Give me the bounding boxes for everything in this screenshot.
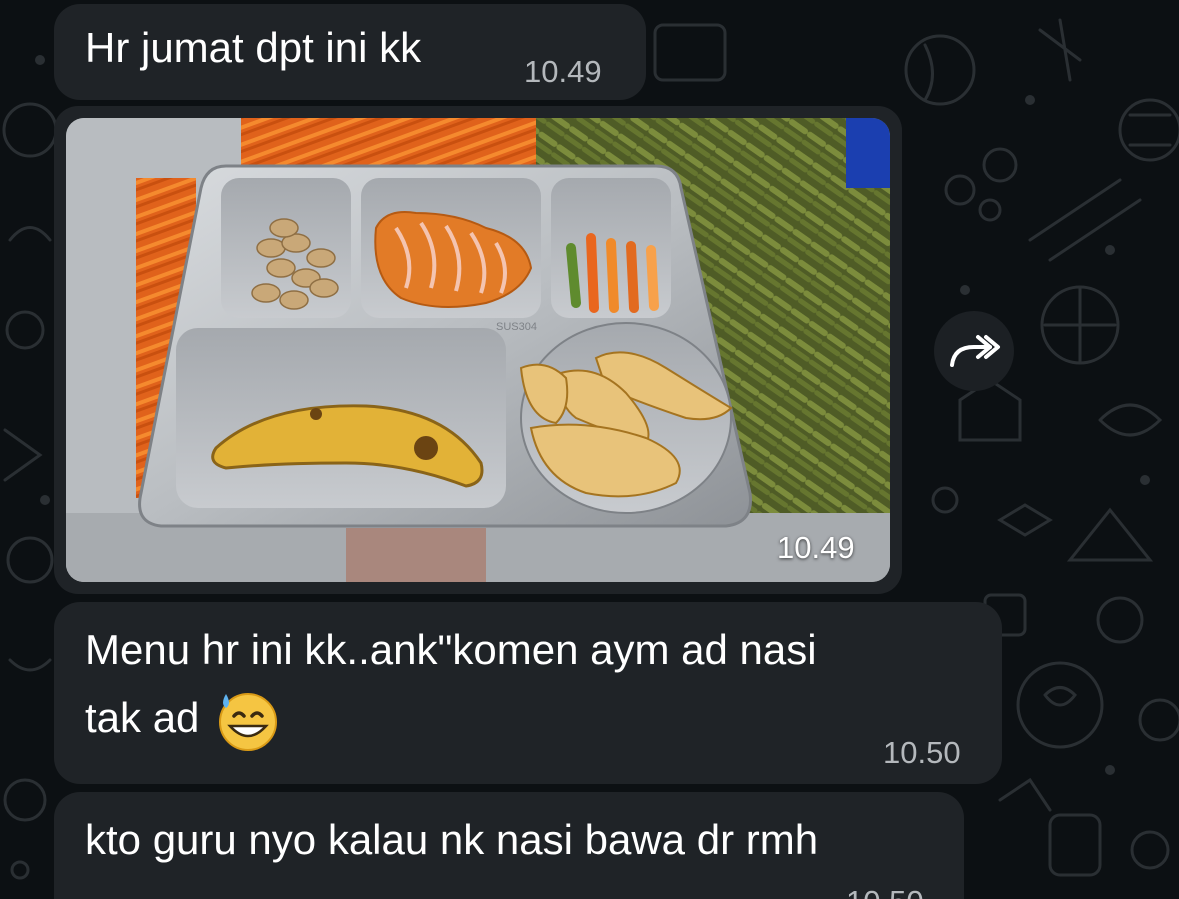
food-tray-image: SUS304 xyxy=(66,118,890,582)
food-tray-photo[interactable]: SUS304 10.49 xyxy=(66,118,890,582)
message-time: 10.50 xyxy=(883,735,961,770)
message-time: 10.50 xyxy=(846,884,924,899)
message-text-line-2: tak ad xyxy=(85,694,200,741)
message-time: 10.49 xyxy=(524,54,602,89)
chat-view: Hr jumat dpt ini kk 10.49 SUS304 10.49 M… xyxy=(0,0,1179,899)
tray-engraving: SUS304 xyxy=(496,321,537,333)
message-text: Hr jumat dpt ini kk xyxy=(85,24,422,71)
forward-icon xyxy=(950,335,1000,367)
photo-time: 10.49 xyxy=(777,530,855,565)
forward-button[interactable] xyxy=(934,311,1014,391)
message-text: kto guru nyo kalau nk nasi bawa dr rmh xyxy=(85,816,819,863)
message-text-line-1: Menu hr ini kk..ank"komen aym ad nasi xyxy=(85,626,817,673)
message-bubble[interactable]: Menu hr ini kk..ank"komen aym ad nasi ta… xyxy=(54,602,1002,784)
message-bubble[interactable]: Hr jumat dpt ini kk 10.49 xyxy=(54,4,646,100)
message-bubble[interactable]: kto guru nyo kalau nk nasi bawa dr rmh 1… xyxy=(54,792,964,899)
grinning-face-with-sweat-icon xyxy=(219,693,277,751)
